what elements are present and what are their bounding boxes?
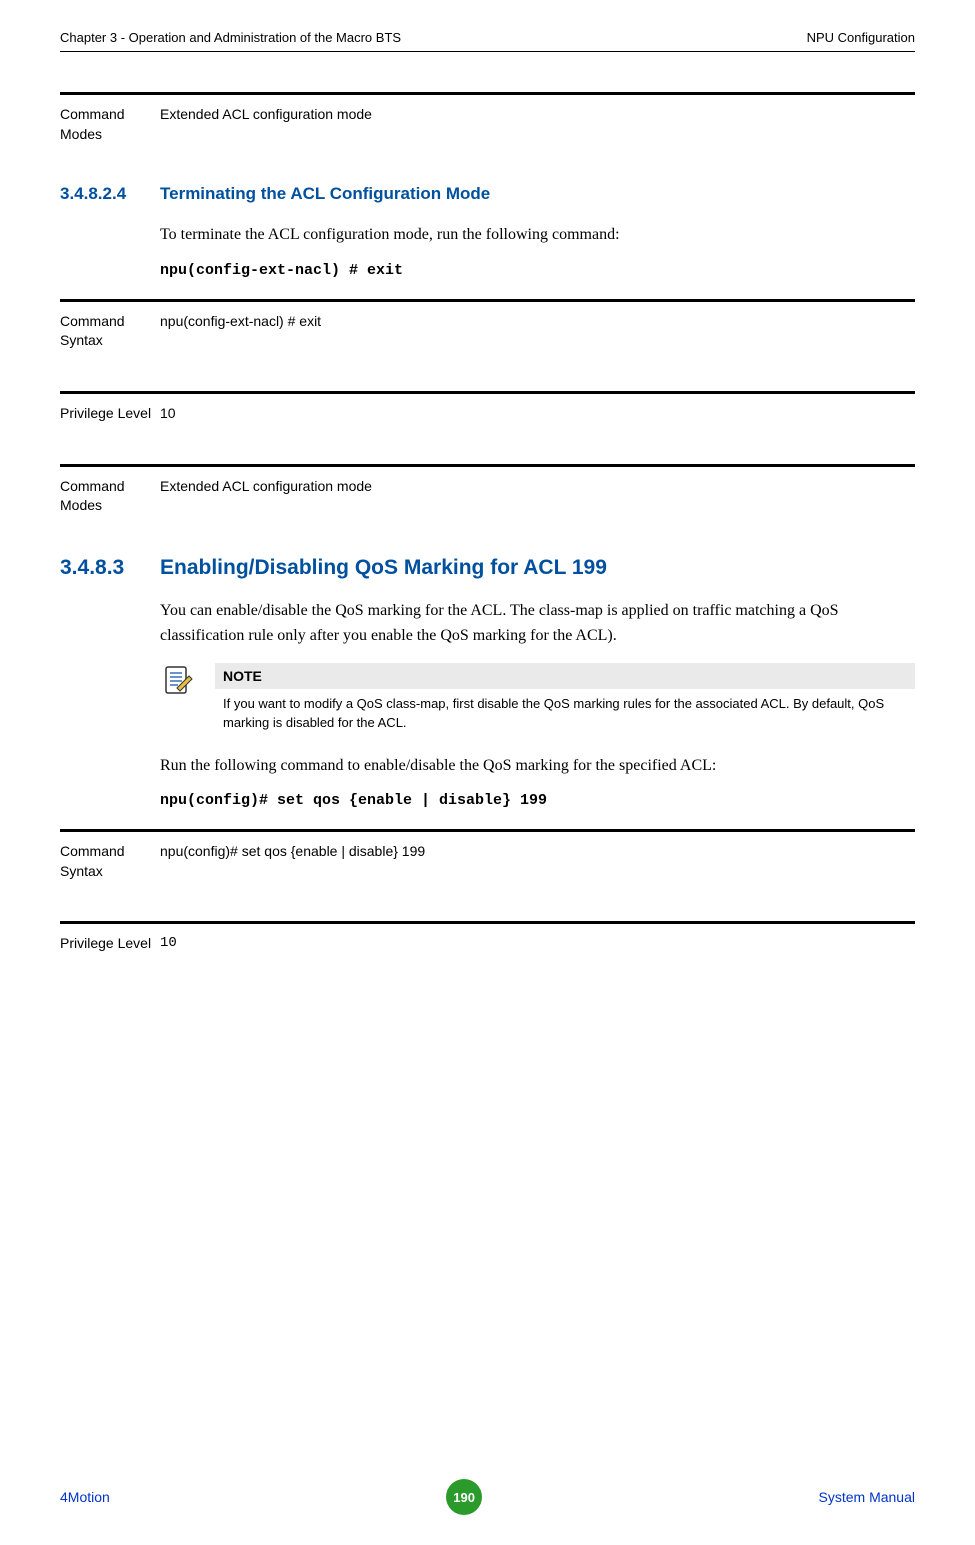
- def-value: 10: [160, 404, 915, 424]
- definition-command-modes-1: Command Modes Extended ACL configuration…: [60, 92, 915, 169]
- definition-command-syntax-2: Command Syntax npu(config)# set qos {ena…: [60, 829, 915, 906]
- definition-command-syntax-1: Command Syntax npu(config-ext-nacl) # ex…: [60, 299, 915, 376]
- body-paragraph: Run the following command to enable/disa…: [160, 753, 915, 779]
- definition-privilege-level-1: Privilege Level 10: [60, 391, 915, 449]
- section-title: Terminating the ACL Configuration Mode: [160, 184, 915, 204]
- page-footer: 4Motion 190 System Manual: [60, 1479, 915, 1515]
- footer-left: 4Motion: [60, 1489, 110, 1505]
- def-label: Privilege Level: [60, 934, 160, 954]
- section-title: Enabling/Disabling QoS Marking for ACL 1…: [160, 556, 915, 580]
- def-value: Extended ACL configuration mode: [160, 477, 915, 516]
- header-right: NPU Configuration: [807, 30, 915, 45]
- def-value: npu(config)# set qos {enable | disable} …: [160, 842, 915, 881]
- note-header: NOTE: [215, 663, 915, 689]
- note-content: NOTE If you want to modify a QoS class-m…: [215, 663, 915, 733]
- body-paragraph: To terminate the ACL configuration mode,…: [160, 222, 915, 248]
- code-line: npu(config-ext-nacl) # exit: [160, 262, 915, 279]
- section-heading-qos: 3.4.8.3 Enabling/Disabling QoS Marking f…: [60, 556, 915, 580]
- def-label: Command Modes: [60, 105, 160, 144]
- def-label: Command Syntax: [60, 842, 160, 881]
- footer-right: System Manual: [819, 1489, 915, 1505]
- code-line: npu(config)# set qos {enable | disable} …: [160, 792, 915, 809]
- def-value: npu(config-ext-nacl) # exit: [160, 312, 915, 351]
- section-number: 3.4.8.3: [60, 556, 160, 580]
- note-block: NOTE If you want to modify a QoS class-m…: [160, 663, 915, 733]
- section-number: 3.4.8.2.4: [60, 184, 160, 204]
- definition-command-modes-2: Command Modes Extended ACL configuration…: [60, 464, 915, 541]
- def-label: Command Modes: [60, 477, 160, 516]
- def-value: 10: [160, 934, 915, 954]
- page-number-badge: 190: [446, 1479, 482, 1515]
- section-heading-terminating: 3.4.8.2.4 Terminating the ACL Configurat…: [60, 184, 915, 204]
- note-icon: [160, 663, 215, 733]
- def-label: Privilege Level: [60, 404, 160, 424]
- header-left: Chapter 3 - Operation and Administration…: [60, 30, 401, 45]
- page-header: Chapter 3 - Operation and Administration…: [60, 30, 915, 52]
- note-text: If you want to modify a QoS class-map, f…: [215, 695, 915, 733]
- def-label: Command Syntax: [60, 312, 160, 351]
- def-value: Extended ACL configuration mode: [160, 105, 915, 144]
- definition-privilege-level-2: Privilege Level 10: [60, 921, 915, 979]
- body-paragraph: You can enable/disable the QoS marking f…: [160, 598, 915, 649]
